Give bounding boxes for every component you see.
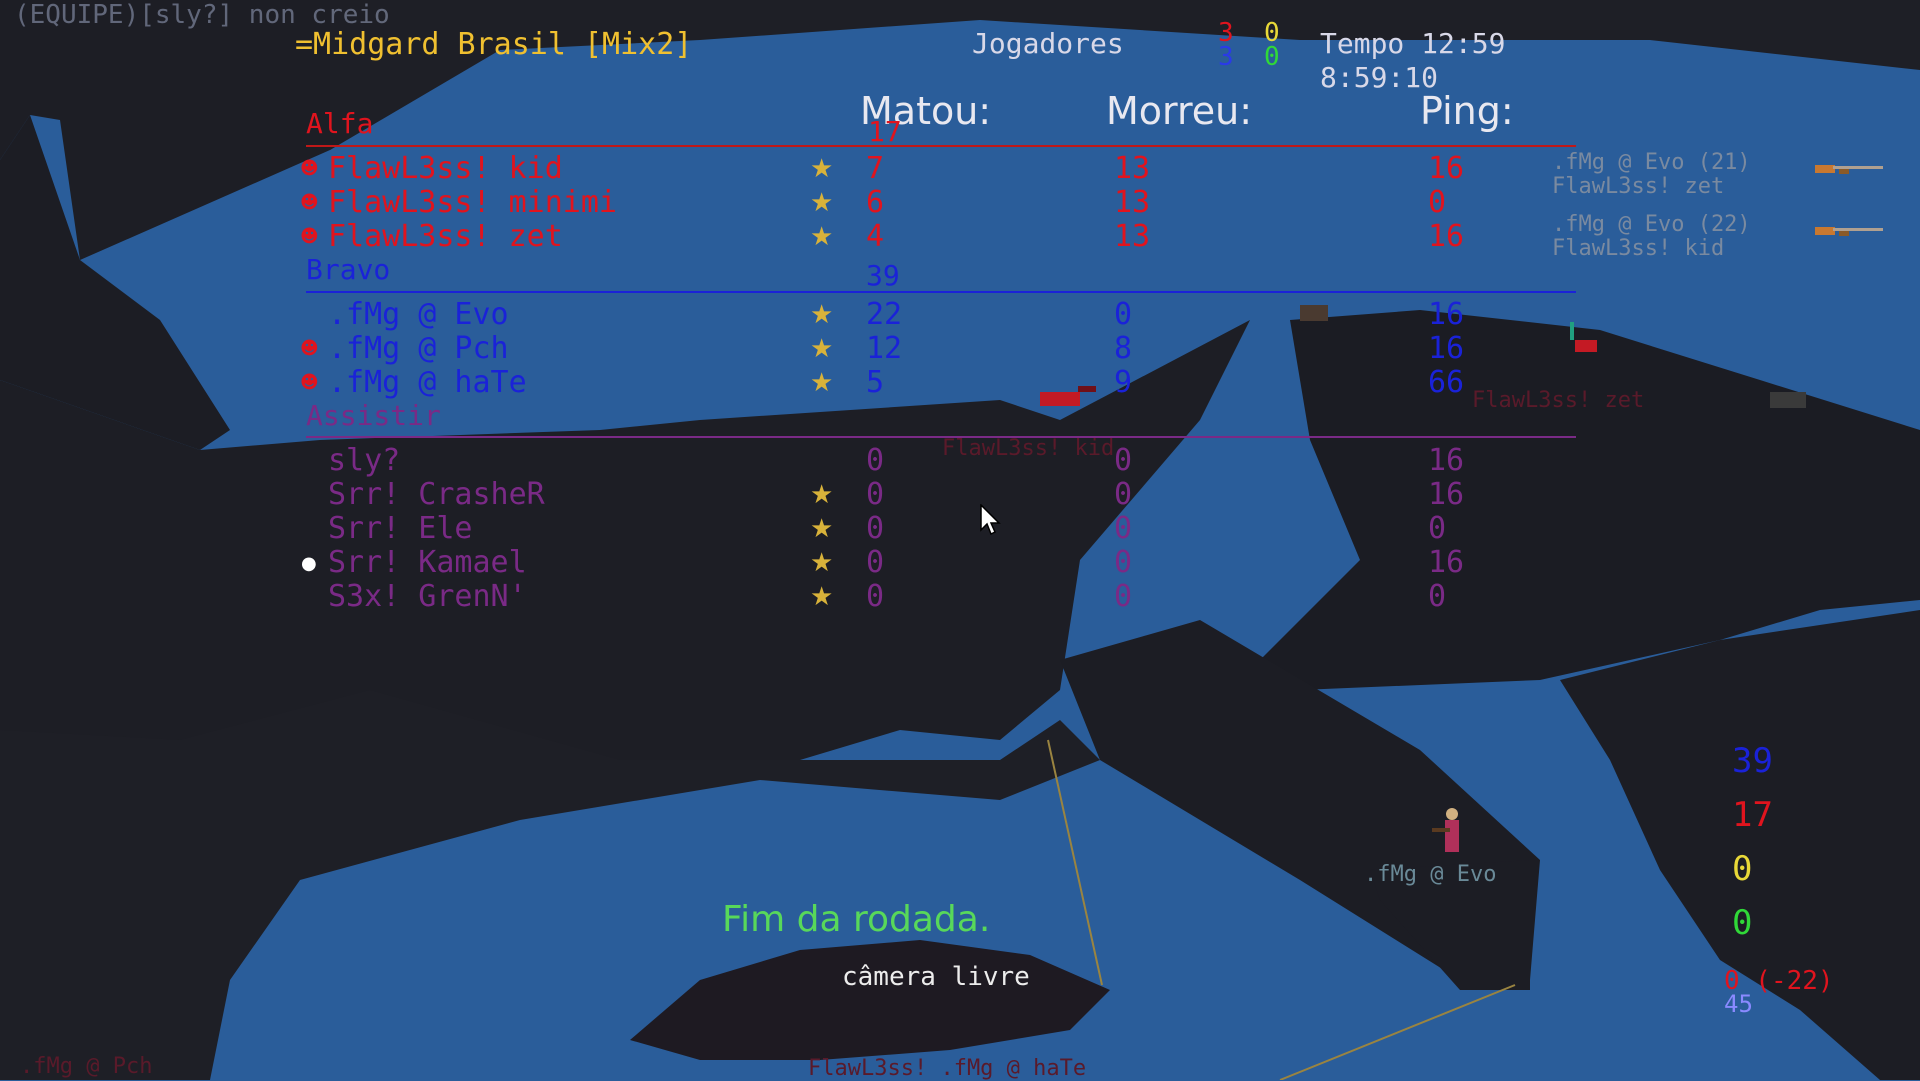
player-name: Srr! CrasheR	[328, 477, 545, 512]
player-ping: 16	[1428, 331, 1465, 366]
player-kills: 5	[866, 365, 885, 400]
player-ping: 16	[1428, 443, 1465, 478]
player-deaths: 13	[1114, 185, 1151, 220]
player-kills: 4	[866, 219, 885, 254]
dead-skull-icon: ☻	[300, 192, 319, 213]
player-ping: 16	[1428, 297, 1465, 332]
player-ping: 0	[1428, 579, 1447, 614]
player-deaths: 8	[1114, 331, 1133, 366]
player-name: .fMg @ Evo	[328, 297, 509, 332]
team-bravo-divider	[306, 291, 1576, 293]
player-kills: 22	[866, 297, 903, 332]
team-alfa-name: Alfa	[306, 107, 374, 140]
team-spectators-divider	[306, 436, 1576, 438]
dead-skull-icon: ☻	[300, 158, 319, 179]
players-label: Jogadores	[972, 27, 1124, 60]
player-ping: 16	[1428, 219, 1465, 254]
world-label-bottom: FlawL3ss! .fMg @ haTe	[808, 1056, 1087, 1081]
rifle-icon	[1815, 227, 1883, 236]
players-blue-count: 3	[1218, 42, 1234, 72]
world-label-evo: .fMg @ Evo	[1364, 862, 1497, 887]
team-spectators-name: Assistir	[306, 399, 441, 432]
column-deaths: Morreu:	[1106, 89, 1253, 133]
star-icon: ★	[810, 222, 834, 252]
killfeed-killer: .fMg @ Evo (22)	[1552, 212, 1751, 237]
star-icon: ★	[810, 334, 834, 364]
world-label-pch: .fMg @ Pch	[20, 1054, 153, 1079]
player-kills: 0	[866, 443, 885, 478]
score-extra: 45	[1724, 990, 1753, 1018]
player-deaths: 0	[1114, 511, 1133, 546]
star-icon: ★	[810, 480, 834, 510]
camera-mode: câmera livre	[842, 962, 1030, 992]
team-bravo-score: 39	[866, 259, 900, 292]
player-deaths: 13	[1114, 151, 1151, 186]
star-icon: ★	[810, 582, 834, 612]
player-deaths: 13	[1114, 219, 1151, 254]
player-ping: 66	[1428, 365, 1465, 400]
world-label-kid: FlawL3ss! kid	[942, 436, 1115, 461]
score-blue: 39	[1732, 741, 1773, 781]
star-icon: ★	[810, 548, 834, 578]
player-deaths: 0	[1114, 545, 1133, 580]
player-name: Srr! Ele	[328, 511, 473, 546]
player-kills: 0	[866, 545, 885, 580]
player-deaths: 9	[1114, 365, 1133, 400]
rifle-icon	[1815, 165, 1883, 174]
player-deaths: 0	[1114, 579, 1133, 614]
round-end-message: Fim da rodada.	[722, 899, 991, 940]
team-alfa-score: 17	[868, 115, 902, 148]
score-green: 0	[1732, 903, 1753, 943]
round-timer: Tempo 12:59	[1320, 27, 1506, 60]
player-name: Srr! Kamael	[328, 545, 527, 580]
star-icon: ★	[810, 300, 834, 330]
player-ping: 16	[1428, 545, 1465, 580]
player-kills: 0	[866, 579, 885, 614]
player-ping: 16	[1428, 151, 1465, 186]
killfeed-victim: FlawL3ss! zet	[1552, 174, 1725, 199]
player-name: FlawL3ss! minimi	[328, 185, 617, 220]
killfeed-victim: FlawL3ss! kid	[1552, 236, 1725, 261]
player-kills: 12	[866, 331, 903, 366]
player-name: S3x! GrenN'	[328, 579, 527, 614]
score-yellow: 0	[1732, 849, 1753, 889]
player-ping: 0	[1428, 511, 1447, 546]
players-green-count: 0	[1264, 42, 1280, 72]
player-name: sly?	[328, 443, 401, 478]
dead-skull-icon: ☻	[300, 372, 319, 393]
player-deaths: 0	[1114, 297, 1133, 332]
crate-icon	[1300, 305, 1328, 321]
player-name: FlawL3ss! zet	[328, 219, 563, 254]
player-kills: 0	[866, 477, 885, 512]
star-icon: ★	[810, 514, 834, 544]
player-kills: 7	[866, 151, 885, 186]
self-marker-icon: ●	[301, 553, 317, 574]
clock: 8:59:10	[1320, 61, 1439, 94]
team-bravo-name: Bravo	[306, 253, 391, 286]
server-name: =Midgard Brasil [Mix2]	[295, 27, 693, 62]
player-kills: 6	[866, 185, 885, 220]
dead-skull-icon: ☻	[300, 338, 319, 359]
mouse-cursor-icon	[980, 504, 1001, 536]
player-name: .fMg @ Pch	[328, 331, 509, 366]
player-deaths: 0	[1114, 477, 1133, 512]
player-name: FlawL3ss! kid	[328, 151, 563, 186]
star-icon: ★	[810, 154, 834, 184]
player-kills: 0	[866, 511, 885, 546]
star-icon: ★	[810, 188, 834, 218]
world-label-zet: FlawL3ss! zet	[1472, 388, 1645, 413]
player-ping: 0	[1428, 185, 1447, 220]
killfeed-killer: .fMg @ Evo (21)	[1552, 150, 1751, 175]
team-alfa-divider	[306, 145, 1576, 147]
crate-icon	[1770, 392, 1806, 408]
player-ping: 16	[1428, 477, 1465, 512]
player-name: .fMg @ haTe	[328, 365, 527, 400]
column-ping: Ping:	[1420, 89, 1514, 133]
chat-message: (EQUIPE)[sly?] non creio	[14, 0, 390, 30]
player-deaths: 0	[1114, 443, 1133, 478]
dead-skull-icon: ☻	[300, 226, 319, 247]
star-icon: ★	[810, 368, 834, 398]
score-red: 17	[1732, 795, 1773, 835]
